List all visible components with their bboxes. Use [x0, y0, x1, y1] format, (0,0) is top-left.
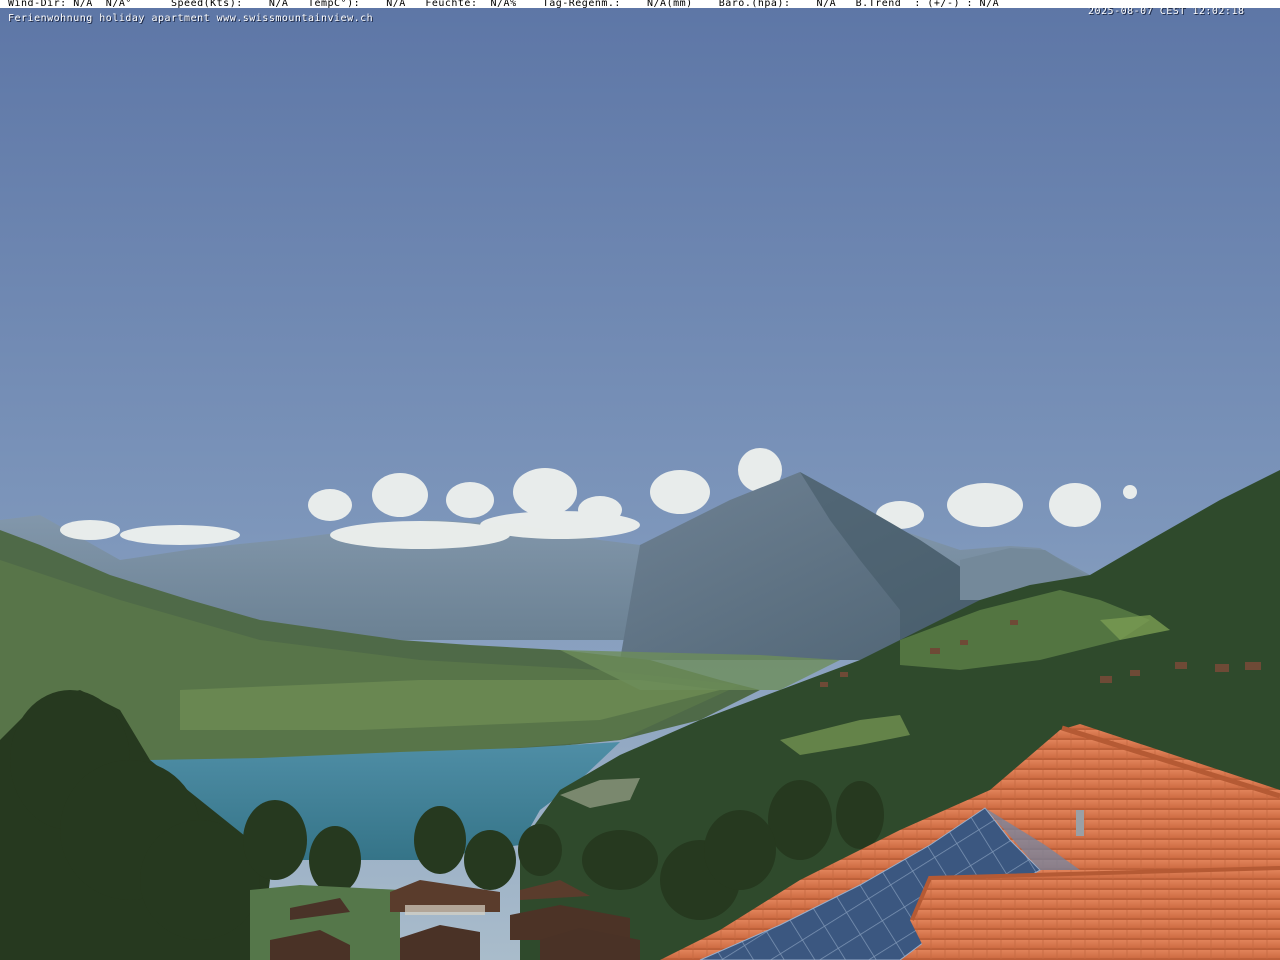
caption-text: Ferienwohnung holiday apartment www.swis…: [8, 13, 374, 24]
timestamp: 2025-08-07 CEST 12:02:18: [1088, 6, 1245, 17]
weather-readout: Wind-Dir: N/A N/A° Speed(Kts): N/A TempC…: [8, 0, 1000, 9]
webcam-scene: [0, 0, 1280, 960]
